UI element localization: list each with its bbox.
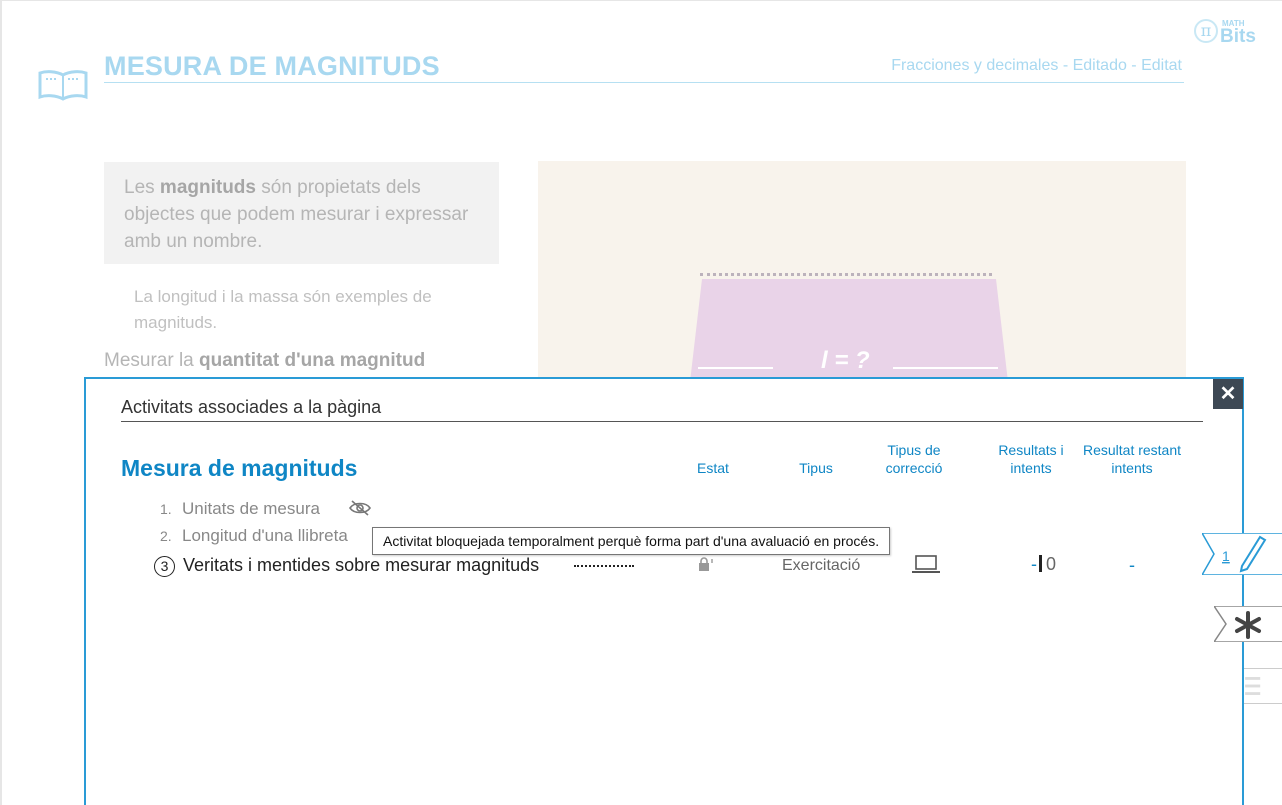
mathbits-logo: π MATH Bits bbox=[1194, 19, 1264, 49]
measure-term: quantitat d'una magnitud bbox=[199, 350, 426, 371]
activity-item-1[interactable]: 1. Unitats de mesura bbox=[160, 499, 320, 519]
definition-term: magnituds bbox=[159, 177, 256, 198]
activity-number: 1. bbox=[160, 501, 172, 517]
definition-box: Les magnituds són propietats dels object… bbox=[104, 162, 499, 264]
activity-item-3[interactable]: 3 Veritats i mentides sobre mesurar magni… bbox=[154, 555, 539, 577]
activity-item-2[interactable]: 2. Longitud d'una llibreta bbox=[160, 526, 348, 546]
column-header-resultat-restant: Resultat restant intents bbox=[1082, 442, 1182, 476]
locked-tooltip: Activitat bloquejada temporalment perquè… bbox=[372, 527, 891, 555]
length-label: l = ? bbox=[821, 347, 870, 374]
result-dash: - bbox=[1031, 554, 1037, 574]
pi-logo-icon: π bbox=[1194, 19, 1218, 43]
book-icon bbox=[38, 70, 88, 101]
activity-number: 2. bbox=[160, 528, 172, 544]
activities-modal: ✕ Activitats associades a la pàgina Mesu… bbox=[84, 377, 1244, 805]
header-divider bbox=[104, 82, 1184, 83]
modal-divider bbox=[121, 421, 1203, 422]
notebook-image: l = ? bbox=[538, 161, 1186, 379]
laptop-icon bbox=[912, 555, 940, 573]
menu-tab[interactable] bbox=[1244, 668, 1282, 704]
close-button[interactable]: ✕ bbox=[1213, 379, 1243, 409]
result-attempts: -0 bbox=[1031, 554, 1056, 575]
column-header-tipus-correccio: Tipus de correcció bbox=[885, 442, 943, 476]
activity-label: Unitats de mesura bbox=[182, 499, 320, 518]
eye-slash-icon bbox=[349, 500, 371, 516]
notebook-spiral bbox=[700, 273, 992, 281]
activity-label: Longitud d'una llibreta bbox=[182, 526, 348, 545]
breadcrumb[interactable]: Fracciones y decimales - Editado - Edita… bbox=[891, 57, 1182, 75]
page: MESURA DE MAGNITUDS Fracciones y decimal… bbox=[0, 0, 1282, 805]
modal-title: Activitats associades a la pàgina bbox=[121, 397, 382, 417]
definition-text-pre: Les bbox=[124, 177, 160, 198]
measure-text-pre: Mesurar la bbox=[104, 350, 200, 371]
text-cursor-icon bbox=[1039, 555, 1042, 572]
remaining-attempts: - bbox=[1129, 555, 1135, 575]
page-title: MESURA DE MAGNITUDS bbox=[104, 51, 440, 81]
section-title: Mesura de magnituds bbox=[121, 455, 358, 481]
dotted-leader bbox=[574, 565, 634, 567]
notes-tab[interactable] bbox=[1214, 606, 1282, 642]
edit-tab[interactable]: 1 bbox=[1202, 533, 1282, 575]
activity-label: Veritats i mentides sobre mesurar magnit… bbox=[183, 555, 540, 575]
hamburger-icon bbox=[1245, 677, 1261, 695]
length-arrow-right bbox=[893, 367, 998, 369]
column-header-tipus: Tipus bbox=[799, 460, 833, 476]
activity-type: Exercitació bbox=[782, 557, 861, 574]
attempts-count: 0 bbox=[1046, 554, 1057, 574]
logo-bits-text: Bits bbox=[1220, 26, 1256, 47]
length-arrow-left bbox=[698, 367, 773, 369]
lock-icon bbox=[699, 557, 713, 571]
column-header-estat: Estat bbox=[697, 460, 729, 476]
measure-text: Mesurar la quantitat d'una magnitud bbox=[104, 350, 425, 372]
activity-number-circle: 3 bbox=[154, 556, 175, 577]
example-text: La longitud i la massa són exemples de m… bbox=[134, 287, 432, 332]
edit-count: 1 bbox=[1222, 548, 1230, 564]
column-header-resultats: Resultats i intents bbox=[998, 442, 1064, 476]
